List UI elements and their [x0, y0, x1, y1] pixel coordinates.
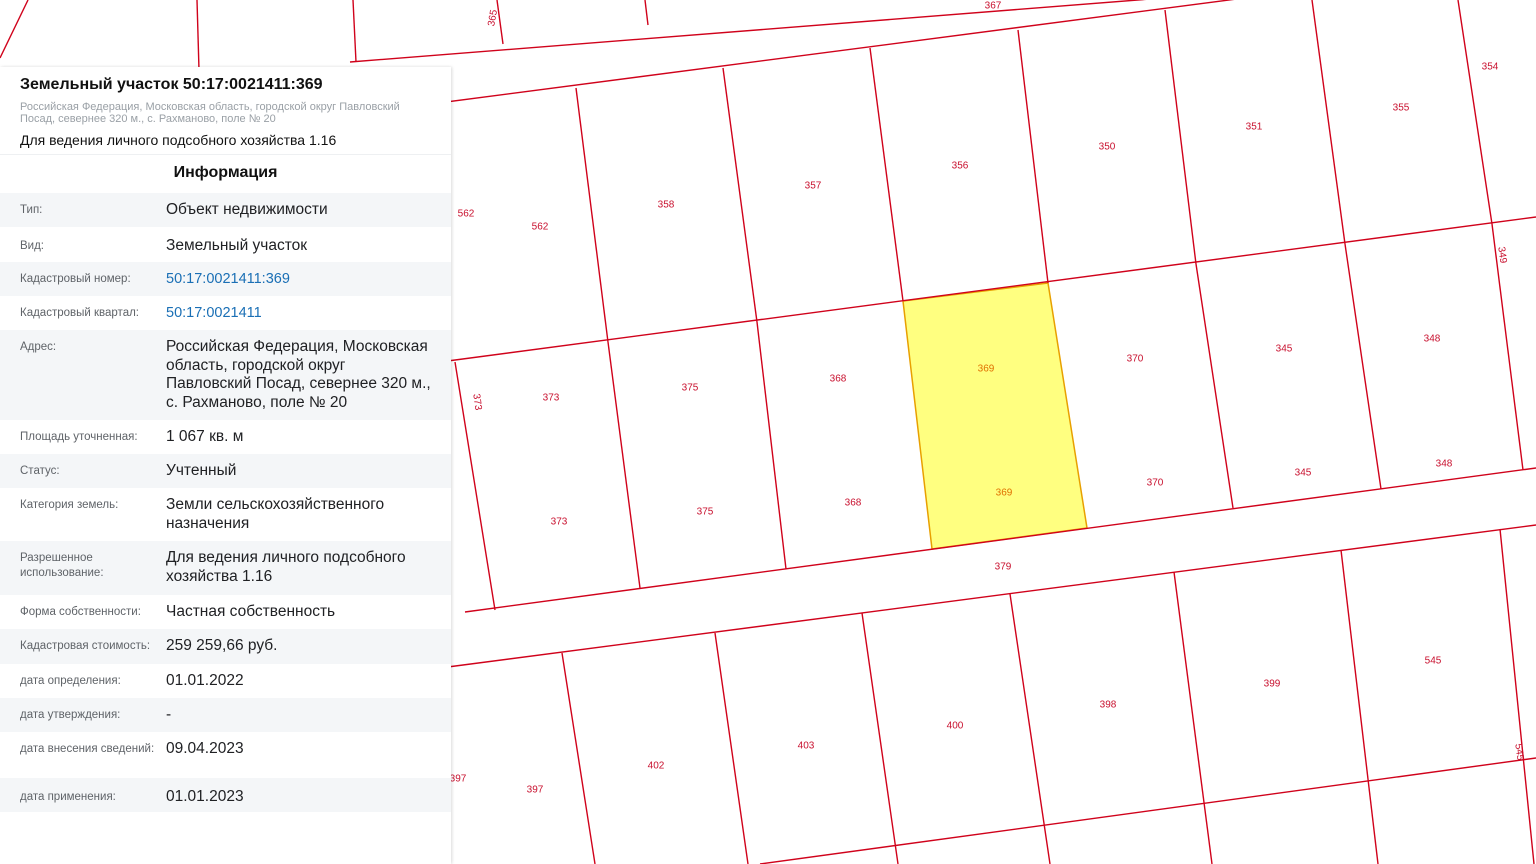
- parcel-number-label[interactable]: 398: [1100, 700, 1117, 711]
- info-key: дата внесения сведений:: [20, 743, 155, 755]
- parcel-number-label[interactable]: 402: [648, 761, 665, 772]
- info-value: 09.04.2023: [166, 740, 244, 757]
- info-value: -: [166, 706, 172, 723]
- info-key: Вид:: [20, 240, 44, 252]
- info-row: Категория земель: Земли сельскохозяйствен…: [0, 488, 451, 541]
- info-key: Кадастровый квартал:: [20, 307, 139, 319]
- parcel-number-label[interactable]: 379: [995, 562, 1012, 573]
- parcel-number-label[interactable]: 368: [845, 498, 862, 509]
- parcel-number-label[interactable]: 369: [996, 488, 1013, 499]
- parcel-number-label[interactable]: 345: [1295, 468, 1312, 479]
- info-key: Кадастровый номер:: [20, 273, 131, 285]
- parcel-number-label[interactable]: 350: [1099, 142, 1116, 153]
- cadastral-link[interactable]: 50:17:0021411: [166, 305, 262, 321]
- parcel-number-label[interactable]: 373: [470, 393, 483, 411]
- parcel-number-label[interactable]: 351: [1246, 122, 1263, 133]
- info-table: Тип: Объект недвижимости Вид: Земельный уча…: [0, 193, 451, 812]
- info-key: Статус:: [20, 465, 60, 477]
- info-row: Статус: Учтенный: [0, 454, 451, 488]
- parcel-number-label[interactable]: 375: [682, 383, 699, 394]
- parcel-number-label[interactable]: 373: [551, 517, 568, 528]
- parcel-address-small: Российская Федерация, Московская область…: [20, 101, 400, 125]
- info-key: Кадастровая стоимость:: [20, 640, 151, 652]
- parcel-number-label[interactable]: 348: [1424, 334, 1441, 345]
- info-value: Учтенный: [166, 462, 237, 479]
- info-row: Форма собственности: Частная собственност…: [0, 595, 451, 629]
- parcel-number-label[interactable]: 562: [532, 222, 549, 233]
- info-key: дата утверждения:: [20, 709, 121, 721]
- parcel-number-label[interactable]: 400: [947, 721, 964, 732]
- info-key: Разрешенное использование:: [20, 552, 104, 579]
- parcel-info-panel: Земельный участок 50:17:0021411:369 Росс…: [0, 67, 451, 864]
- cadastral-link[interactable]: 50:17:0021411:369: [166, 271, 290, 287]
- info-row: дата определения: 01.01.2022: [0, 664, 451, 698]
- info-row: Кадастровый номер: 50:17:0021411:369: [0, 262, 451, 296]
- selected-parcel: [902, 282, 1088, 550]
- info-row: Кадастровый квартал: 50:17:0021411: [0, 296, 451, 330]
- info-row: Кадастровая стоимость: 259 259,66 руб.: [0, 629, 451, 664]
- parcel-number-label[interactable]: 370: [1127, 354, 1144, 365]
- info-key: Адрес:: [20, 341, 57, 353]
- parcel-number-label[interactable]: 348: [1436, 459, 1453, 470]
- parcel-title: Земельный участок 50:17:0021411:369: [20, 76, 323, 93]
- parcel-number-label[interactable]: 354: [1482, 62, 1499, 73]
- info-value: 259 259,66 руб.: [166, 637, 278, 654]
- parcel-number-label[interactable]: 367: [985, 1, 1002, 12]
- panel-header: Земельный участок 50:17:0021411:369 Росс…: [0, 67, 451, 154]
- info-value: Для ведения личного подсобного хозяйства…: [166, 549, 406, 585]
- parcel-number-label[interactable]: 356: [952, 161, 969, 172]
- info-value[interactable]: 50:17:0021411:369: [166, 270, 451, 289]
- parcel-number-label[interactable]: 545: [1512, 743, 1525, 761]
- parcel-number-label[interactable]: 345: [1276, 344, 1293, 355]
- parcel-number-label[interactable]: 358: [658, 200, 675, 211]
- info-key: дата применения:: [20, 791, 116, 803]
- info-key: дата определения:: [20, 675, 121, 687]
- parcel-number-label[interactable]: 399: [1264, 679, 1281, 690]
- info-row: Площадь уточненная: 1 067 кв. м: [0, 420, 451, 454]
- parcel-number-label[interactable]: 369: [978, 364, 995, 375]
- info-value: 01.01.2022: [166, 672, 244, 689]
- parcel-number-label[interactable]: 370: [1147, 478, 1164, 489]
- parcel-number-label[interactable]: 368: [830, 374, 847, 385]
- parcel-number-label[interactable]: 375: [697, 507, 714, 518]
- info-key: Площадь уточненная:: [20, 431, 138, 443]
- info-section-title: Информация: [0, 154, 451, 193]
- parcel-number-label[interactable]: 373: [543, 393, 560, 404]
- info-row: дата утверждения: -: [0, 698, 451, 732]
- info-value: Земли сельскохозяйственного назначения: [166, 496, 385, 532]
- info-key: Форма собственности:: [20, 606, 141, 618]
- parcel-purpose: Для ведения личного подсобного хозяйства…: [20, 132, 337, 148]
- parcel-number-label[interactable]: 545: [1425, 656, 1442, 667]
- info-value: 01.01.2023: [166, 788, 244, 805]
- info-value: Земельный участок: [166, 237, 308, 254]
- info-value: Объект недвижимости: [166, 201, 328, 218]
- info-key: Тип:: [20, 204, 43, 216]
- info-row: Тип: Объект недвижимости: [0, 193, 451, 227]
- info-value: Российская Федерация, Московская область…: [166, 338, 431, 411]
- info-value[interactable]: 50:17:0021411: [166, 304, 451, 323]
- info-row: Вид: Земельный участок: [0, 227, 451, 262]
- info-row: дата внесения сведений: 09.04.2023: [0, 732, 451, 778]
- info-key: Категория земель:: [20, 499, 119, 511]
- info-value: 1 067 кв. м: [166, 428, 244, 445]
- info-row: Адрес: Российская Федерация, Московская о…: [0, 330, 451, 420]
- parcel-number-label[interactable]: 562: [458, 209, 475, 220]
- parcel-number-label[interactable]: 403: [798, 741, 815, 752]
- parcel-number-label[interactable]: 397: [450, 774, 467, 785]
- info-row: дата применения: 01.01.2023: [0, 778, 451, 812]
- info-value: Частная собственность: [166, 603, 336, 620]
- parcel-number-label[interactable]: 397: [527, 785, 544, 796]
- parcel-number-label[interactable]: 365: [486, 8, 500, 27]
- info-row: Разрешенное использование: Для ведения ли…: [0, 541, 451, 595]
- parcel-number-label[interactable]: 357: [805, 181, 822, 192]
- parcel-number-label[interactable]: 355: [1393, 103, 1410, 114]
